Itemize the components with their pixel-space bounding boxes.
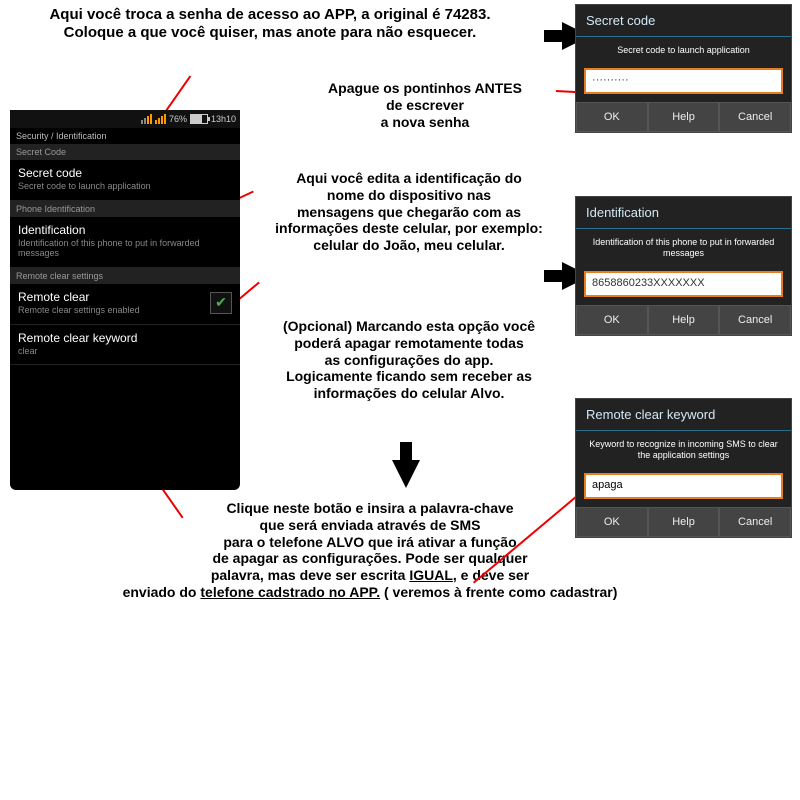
dialog-remote-keyword: Remote clear keyword Keyword to recogniz…: [575, 398, 792, 538]
dialog-sub: Secret code to launch application: [576, 37, 791, 64]
cancel-button[interactable]: Cancel: [719, 507, 791, 537]
row-title: Secret code: [18, 166, 232, 180]
arrow-down: [392, 460, 420, 488]
note-remote: (Opcional) Marcando esta opção você pode…: [254, 318, 564, 402]
signal-icon-2: [155, 114, 166, 124]
checkbox-remote[interactable]: ✔: [210, 292, 232, 314]
section-remote: Remote clear settings: [10, 268, 240, 284]
phone-screenshot: 76% 13h10 Security / Identification Secr…: [10, 110, 240, 490]
row-remote-clear[interactable]: Remote clear Remote clear settings enabl…: [10, 284, 240, 325]
row-sub: Identification of this phone to put in f…: [18, 239, 232, 259]
section-ident: Phone Identification: [10, 201, 240, 217]
signal-icon: [141, 114, 152, 124]
row-title: Remote clear: [18, 290, 232, 304]
help-button[interactable]: Help: [648, 102, 720, 132]
row-title: Remote clear keyword: [18, 331, 232, 345]
note-erase: Apague os pontinhos ANTES de escrever a …: [295, 80, 555, 130]
dialog-secret-code: Secret code Secret code to launch applic…: [575, 4, 792, 133]
ok-button[interactable]: OK: [576, 102, 648, 132]
battery-icon: [190, 114, 208, 124]
row-identification[interactable]: Identification Identification of this ph…: [10, 217, 240, 268]
row-sub: Remote clear settings enabled: [18, 306, 232, 316]
dialog-title: Identification: [576, 197, 791, 229]
row-title: Identification: [18, 223, 232, 237]
note-top: Aqui você troca a senha de acesso ao APP…: [0, 6, 540, 42]
kw-e: ( veremos à frente como cadastrar): [380, 584, 617, 600]
cancel-button[interactable]: Cancel: [719, 305, 791, 335]
help-button[interactable]: Help: [648, 507, 720, 537]
ok-button[interactable]: OK: [576, 305, 648, 335]
dialog-title: Remote clear keyword: [576, 399, 791, 431]
breadcrumb: Security / Identification: [10, 128, 240, 144]
kw-igual: IGUAL: [409, 567, 453, 583]
row-remote-keyword[interactable]: Remote clear keyword clear: [10, 325, 240, 366]
ok-button[interactable]: OK: [576, 507, 648, 537]
row-secret-code[interactable]: Secret code Secret code to launch applic…: [10, 160, 240, 201]
keyword-input[interactable]: apaga: [584, 473, 783, 499]
dialog-identification: Identification Identification of this ph…: [575, 196, 792, 336]
status-bar: 76% 13h10: [10, 110, 240, 128]
section-secret: Secret Code: [10, 144, 240, 160]
secret-code-input[interactable]: ··········: [584, 68, 783, 94]
kw-phone: telefone cadstrado no APP.: [200, 584, 380, 600]
dialog-sub: Identification of this phone to put in f…: [576, 229, 791, 267]
cancel-button[interactable]: Cancel: [719, 102, 791, 132]
row-sub: clear: [18, 347, 232, 357]
help-button[interactable]: Help: [648, 305, 720, 335]
row-sub: Secret code to launch application: [18, 182, 232, 192]
status-time: 13h10: [211, 114, 236, 124]
identification-input[interactable]: 8658860233XXXXXXX: [584, 271, 783, 297]
dialog-title: Secret code: [576, 5, 791, 37]
note-ident: Aqui você edita a identificação do nome …: [254, 170, 564, 254]
dialog-sub: Keyword to recognize in incoming SMS to …: [576, 431, 791, 469]
battery-pct: 76%: [169, 114, 187, 124]
